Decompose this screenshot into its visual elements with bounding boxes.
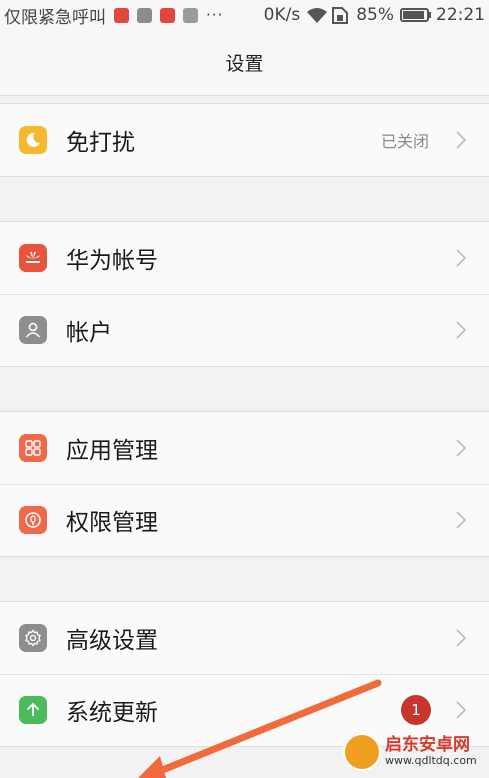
update-arrow-icon bbox=[19, 696, 47, 724]
watermark-url: www.qdltdq.com bbox=[385, 754, 477, 768]
settings-screen: 仅限紧急呼叫 ··· 0K/s 85% 22:21 设置 免打扰 已关闭 华为帐… bbox=[0, 0, 489, 778]
notification-app-icon bbox=[160, 7, 175, 23]
settings-item-app-management[interactable]: 应用管理 bbox=[0, 412, 489, 484]
chevron-right-icon bbox=[449, 248, 473, 268]
network-rate: 0K/s bbox=[263, 5, 301, 25]
watermark-badge-icon bbox=[343, 733, 381, 771]
settings-item-label: 应用管理 bbox=[66, 438, 158, 464]
chevron-right-icon bbox=[449, 438, 473, 458]
sim-icon bbox=[332, 6, 349, 24]
chevron-right-icon bbox=[449, 628, 473, 648]
moon-icon bbox=[19, 126, 47, 154]
chevron-right-icon bbox=[449, 700, 473, 720]
clock-time: 22:21 bbox=[436, 5, 485, 25]
settings-item-label: 权限管理 bbox=[66, 510, 158, 536]
notification-gallery-icon bbox=[137, 7, 152, 23]
battery-icon bbox=[400, 8, 431, 22]
settings-item-label: 帐户 bbox=[66, 320, 112, 346]
gear-icon bbox=[19, 624, 47, 652]
chevron-right-icon bbox=[449, 510, 473, 530]
settings-item-do-not-disturb[interactable]: 免打扰 已关闭 bbox=[0, 104, 489, 176]
settings-item-label: 高级设置 bbox=[66, 628, 158, 654]
settings-item-permission-management[interactable]: 权限管理 bbox=[0, 484, 489, 556]
watermark-title: 启东安卓网 bbox=[385, 735, 470, 756]
settings-group: 免打扰 已关闭 bbox=[0, 103, 489, 177]
chevron-right-icon bbox=[449, 130, 473, 150]
more-notifications-icon: ··· bbox=[206, 6, 224, 24]
watermark-logo: 启东安卓网 www.qdltdq.com bbox=[343, 732, 483, 772]
settings-item-account[interactable]: 帐户 bbox=[0, 294, 489, 366]
chevron-right-icon bbox=[449, 320, 473, 340]
settings-item-advanced-settings[interactable]: 高级设置 bbox=[0, 602, 489, 674]
settings-item-label: 华为帐号 bbox=[66, 248, 158, 274]
settings-item-label: 免打扰 bbox=[66, 130, 135, 156]
notification-app-icon bbox=[114, 7, 129, 23]
notification-storage-icon bbox=[183, 7, 198, 23]
update-count-badge: 1 bbox=[401, 695, 431, 725]
apps-grid-icon bbox=[19, 434, 47, 462]
status-bar: 仅限紧急呼叫 ··· 0K/s 85% 22:21 bbox=[0, 0, 489, 30]
settings-item-value: 已关闭 bbox=[380, 132, 429, 151]
carrier-text: 仅限紧急呼叫 bbox=[4, 7, 106, 28]
settings-group: 高级设置 系统更新 1 bbox=[0, 601, 489, 747]
settings-group: 应用管理 权限管理 bbox=[0, 411, 489, 557]
settings-item-label: 系统更新 bbox=[66, 700, 158, 726]
permission-icon bbox=[19, 506, 47, 534]
account-icon bbox=[19, 316, 47, 344]
settings-group: 华为帐号 帐户 bbox=[0, 221, 489, 367]
page-title-bar: 设置 bbox=[0, 30, 489, 96]
huawei-icon bbox=[19, 244, 47, 272]
wifi-icon bbox=[307, 7, 328, 23]
settings-item-huawei-account[interactable]: 华为帐号 bbox=[0, 222, 489, 294]
battery-percent: 85% bbox=[356, 5, 394, 25]
page-title: 设置 bbox=[225, 53, 264, 75]
